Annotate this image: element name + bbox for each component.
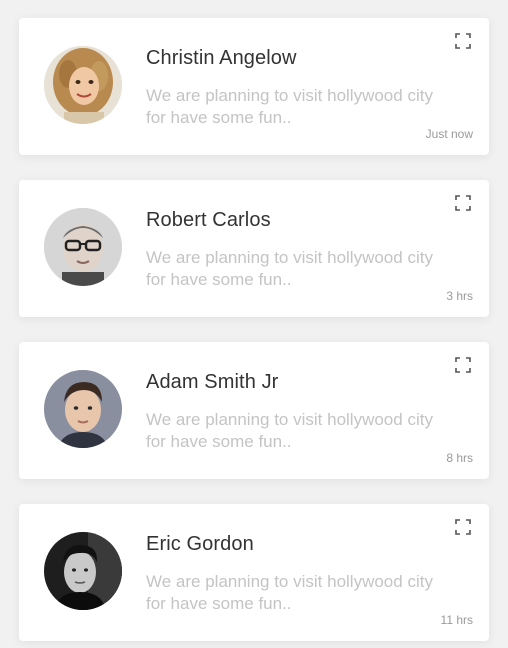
sender-name: Robert Carlos bbox=[146, 209, 271, 231]
message-card[interactable]: Eric Gordon We are planning to visit hol… bbox=[19, 504, 489, 641]
message-card[interactable]: Christin Angelow We are planning to visi… bbox=[19, 18, 489, 155]
man-glasses-avatar bbox=[44, 208, 122, 286]
message-card[interactable]: Adam Smith Jr We are planning to visit h… bbox=[19, 342, 489, 479]
expand-icon[interactable] bbox=[454, 518, 472, 536]
timestamp: 11 hrs bbox=[440, 613, 473, 627]
avatar[interactable] bbox=[44, 208, 122, 286]
woman-curly-hair-avatar bbox=[44, 46, 122, 124]
avatar[interactable] bbox=[44, 370, 122, 448]
message-card[interactable]: Robert Carlos We are planning to visit h… bbox=[19, 180, 489, 317]
avatar[interactable] bbox=[44, 532, 122, 610]
message-preview: We are planning to visit hollywood city … bbox=[146, 86, 433, 127]
man-bw-portrait-avatar bbox=[44, 532, 122, 610]
message-preview: We are planning to visit hollywood city … bbox=[146, 572, 433, 613]
timestamp: 3 hrs bbox=[446, 289, 473, 303]
young-man-avatar bbox=[44, 370, 122, 448]
message-preview: We are planning to visit hollywood city … bbox=[146, 410, 433, 451]
expand-icon[interactable] bbox=[454, 356, 472, 374]
timestamp: Just now bbox=[425, 127, 473, 141]
timestamp: 8 hrs bbox=[446, 451, 473, 465]
message-preview: We are planning to visit hollywood city … bbox=[146, 248, 433, 289]
message-feed: Christin Angelow We are planning to visi… bbox=[19, 18, 489, 641]
expand-icon[interactable] bbox=[454, 32, 472, 50]
sender-name: Christin Angelow bbox=[146, 47, 297, 69]
sender-name: Eric Gordon bbox=[146, 533, 254, 555]
expand-icon[interactable] bbox=[454, 194, 472, 212]
avatar[interactable] bbox=[44, 46, 122, 124]
sender-name: Adam Smith Jr bbox=[146, 371, 279, 393]
